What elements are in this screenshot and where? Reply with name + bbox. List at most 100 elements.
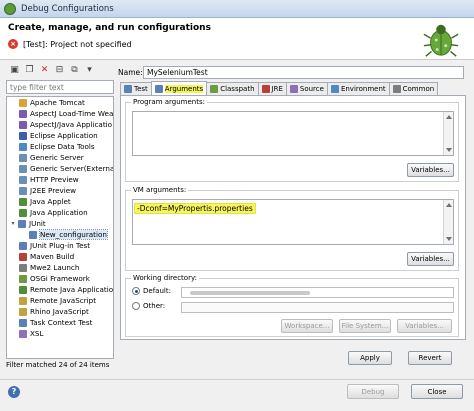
mwe2-icon (19, 263, 27, 272)
apply-button[interactable]: Apply (348, 351, 392, 365)
tab-environment[interactable]: Environment (326, 82, 390, 95)
tree-item-label: Generic Server (30, 153, 84, 162)
rhino-icon (19, 307, 27, 316)
revert-button[interactable]: Revert (408, 351, 452, 365)
expand-toggle-icon[interactable]: ▾ (9, 220, 17, 227)
other-dir-label: Other: (143, 302, 166, 310)
vm-arguments-value: -Dconf=MyPropertis.properties (134, 203, 256, 214)
working-directory-label: Working directory: (131, 274, 199, 282)
tab-label: Arguments (164, 84, 204, 93)
tree-item[interactable]: Remote Java Applicatio (7, 284, 113, 295)
tomcat-icon (19, 98, 27, 107)
tree-item-label: Remote Java Applicatio (30, 285, 114, 294)
debug-bug-banner-icon (423, 24, 459, 57)
tree-item[interactable]: Mwe2 Launch (7, 262, 113, 273)
tree-item[interactable]: AspectJ/Java Applicatio (7, 119, 113, 130)
vm-arguments-textarea[interactable]: -Dconf=MyPropertis.properties (132, 199, 454, 245)
junit-icon (18, 219, 26, 228)
duplicate-config-icon[interactable]: ❐ (23, 64, 36, 77)
tree-item-label: Rhino JavaScript (30, 307, 89, 316)
tree-item[interactable]: Task Context Test (7, 317, 113, 328)
tree-item[interactable]: OSGi Framework (7, 273, 113, 284)
tree-item-label: Remote JavaScript (30, 296, 97, 305)
tree-item-label: AspectJ Load-Time Wea (30, 109, 114, 118)
tab-arguments[interactable]: Arguments (150, 81, 208, 95)
tab-label: Test (134, 85, 148, 93)
tree-item[interactable]: AspectJ Load-Time Wea (7, 108, 113, 119)
tree-item-label: Java Application (30, 208, 88, 217)
debug-bug-icon (4, 2, 16, 15)
configuration-editor: Name: Test Arguments Classpath JRE Source Env… (118, 63, 468, 373)
environment-tab-icon (330, 85, 339, 93)
tree-item[interactable]: New_configuration (7, 229, 113, 240)
tree-item[interactable]: J2EE Preview (7, 185, 113, 196)
tree-item[interactable]: Eclipse Application (7, 130, 113, 141)
program-arguments-scrollbar[interactable] (443, 112, 453, 155)
tree-item[interactable]: XSL (7, 328, 113, 339)
tab-classpath[interactable]: Classpath (206, 82, 259, 95)
tab-label: Source (299, 85, 324, 93)
workdir-variables-button[interactable]: Variables... (397, 319, 452, 333)
other-dir-radio[interactable] (132, 302, 140, 310)
program-arguments-group: Program arguments: Variables... (125, 98, 459, 182)
working-directory-group: Working directory: Default: Other: Works… (125, 274, 459, 337)
tree-item[interactable]: Apache Tomcat (7, 97, 113, 108)
jre-tab-icon (261, 85, 270, 93)
program-variables-button[interactable]: Variables... (407, 163, 454, 177)
tree-item[interactable]: Generic Server(External (7, 163, 113, 174)
collapse-all-icon[interactable]: ⊟ (53, 64, 66, 77)
tree-item-label: Mwe2 Launch (30, 263, 80, 272)
vm-variables-button[interactable]: Variables... (407, 252, 454, 266)
delete-config-icon[interactable]: ✕ (38, 64, 51, 77)
tree-item[interactable]: JUnit Plug-in Test (7, 240, 113, 251)
tab-test[interactable]: Test (120, 82, 152, 95)
tree-item-label: J2EE Preview (30, 186, 77, 195)
view-menu-icon[interactable]: ▾ (83, 64, 96, 77)
name-row: Name: (118, 65, 468, 79)
default-dir-field (181, 287, 454, 298)
tree-item[interactable]: Java Application (7, 207, 113, 218)
configuration-list-panel: ▣ ❐ ✕ ⊟ ⧉ ▾ Apache Tomcat AspectJ Load-Ti… (6, 63, 114, 373)
tree-item-label: OSGi Framework (30, 274, 90, 283)
tab-source[interactable]: Source (285, 82, 328, 95)
other-dir-row: Other: (132, 302, 165, 310)
filter-status: Filter matched 24 of 24 items (6, 361, 110, 369)
tree-item[interactable]: ▾ JUnit (7, 218, 113, 229)
tree-item[interactable]: HTTP Preview (7, 174, 113, 185)
tab-common[interactable]: Common (388, 82, 439, 95)
program-arguments-label: Program arguments: (131, 98, 207, 106)
debug-button[interactable]: Debug (347, 384, 399, 399)
filter-config-icon[interactable]: ⧉ (68, 64, 81, 77)
tree-item[interactable]: Maven Build (7, 251, 113, 262)
tree-item-label: Eclipse Application (30, 131, 98, 140)
server-icon (19, 153, 27, 162)
close-button[interactable]: Close (411, 384, 463, 399)
common-tab-icon (392, 85, 401, 93)
vm-arguments-scrollbar[interactable] (443, 200, 453, 244)
tree-item[interactable]: Remote JavaScript (7, 295, 113, 306)
tab-jre[interactable]: JRE (257, 82, 287, 95)
program-arguments-textarea[interactable] (132, 111, 454, 156)
file-system-button[interactable]: File System... (339, 319, 391, 333)
default-dir-radio[interactable] (132, 287, 140, 295)
other-dir-field[interactable] (181, 302, 454, 313)
filter-input[interactable] (6, 80, 114, 94)
tree-item-label: Java Applet (30, 197, 71, 206)
name-input[interactable] (143, 65, 464, 79)
tree-item[interactable]: Rhino JavaScript (7, 306, 113, 317)
window-title: Debug Configurations (21, 3, 114, 14)
tree-item-label: HTTP Preview (30, 175, 79, 184)
java-app-icon (19, 208, 27, 217)
help-icon[interactable]: ? (8, 386, 20, 398)
tree-item[interactable]: Generic Server (7, 152, 113, 163)
junit-plugin-icon (19, 241, 27, 250)
new-config-icon[interactable]: ▣ (8, 64, 21, 77)
workspace-button[interactable]: Workspace... (281, 319, 333, 333)
configuration-tree: Apache Tomcat AspectJ Load-Time Wea Aspect… (6, 96, 114, 359)
tree-item[interactable]: Java Applet (7, 196, 113, 207)
error-icon: × (8, 39, 18, 49)
tree-item[interactable]: Eclipse Data Tools (7, 141, 113, 152)
datatools-icon (19, 142, 27, 151)
arguments-tab-panel: Program arguments: Variables... VM argum… (120, 95, 466, 340)
maven-icon (19, 252, 27, 261)
